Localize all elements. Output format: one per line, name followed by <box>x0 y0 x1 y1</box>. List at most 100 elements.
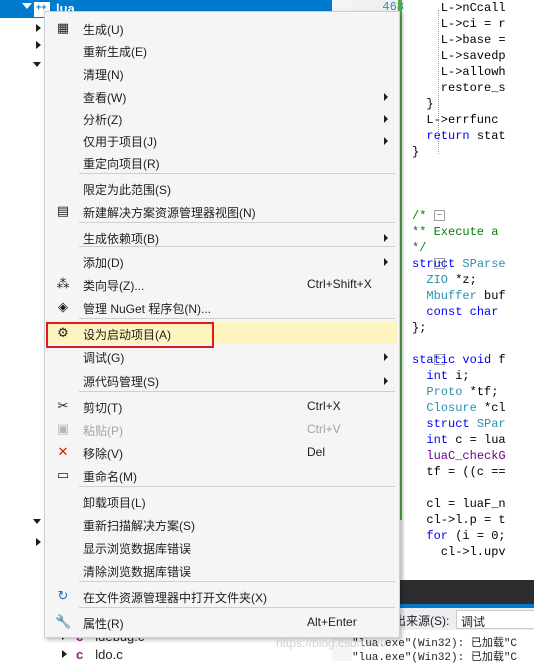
menu-item-15[interactable]: 调试(G) <box>47 345 397 367</box>
menu-item-24[interactable]: 清除浏览数据库错误 <box>47 559 397 581</box>
menu-separator <box>79 222 395 223</box>
code-line: const char <box>426 305 499 319</box>
menu-item-label: 粘贴(P) <box>83 424 123 438</box>
collapsed-arrow-icon[interactable] <box>36 41 41 49</box>
menu-item-13[interactable]: ◈ 管理 NuGet 程序包(N)... <box>47 296 397 318</box>
menu-item-8[interactable]: 限定为此范围(S) <box>47 177 397 199</box>
code-line: L->savedp <box>412 49 506 63</box>
menu-separator <box>79 391 395 392</box>
refresh-icon: ↻ <box>57 588 69 603</box>
menu-item-25[interactable]: ↻ 在文件资源管理器中打开文件夹(X) <box>47 585 397 607</box>
nuget-icon: ◈ <box>58 299 68 314</box>
remove-icon: ✕ <box>57 444 69 459</box>
menu-item-23[interactable]: 显示浏览数据库错误 <box>47 536 397 558</box>
menu-item-7[interactable]: 重定向项目(R) <box>47 151 397 173</box>
code-line: Closure *cl <box>426 401 506 415</box>
code-line: L->nCcall <box>412 1 506 15</box>
menu-item-5[interactable]: 分析(Z) <box>47 107 397 129</box>
fold-toggle-icon[interactable]: − <box>434 210 445 221</box>
submenu-arrow-icon <box>384 353 388 361</box>
code-line: ** Execute a <box>412 225 499 239</box>
menu-separator <box>79 607 395 608</box>
annotation-highlight-box <box>46 322 214 348</box>
code-line: Mbuffer buf <box>426 289 506 303</box>
submenu-arrow-icon <box>384 93 388 101</box>
code-line: luaC_checkG <box>426 449 506 463</box>
menu-item-label: 重定向项目(R) <box>83 157 160 171</box>
code-line: ZIO *z; <box>426 273 477 287</box>
menu-item-22[interactable]: 重新扫描解决方案(S) <box>47 513 397 535</box>
menu-separator <box>79 581 395 582</box>
submenu-arrow-icon <box>384 377 388 385</box>
menu-item-label: 生成依赖项(B) <box>83 232 159 246</box>
expand-arrow-icon[interactable] <box>22 3 32 9</box>
code-line: struct SParse <box>412 257 506 271</box>
menu-item-shortcut: Alt+Enter <box>307 615 357 629</box>
menu-item-label: 显示浏览数据库错误 <box>83 542 192 556</box>
menu-item-label: 重命名(M) <box>83 470 137 484</box>
menu-separator <box>79 486 395 487</box>
menu-item-18[interactable]: ▣ 粘贴(P) Ctrl+V <box>47 418 397 440</box>
menu-item-16[interactable]: 源代码管理(S) <box>47 369 397 391</box>
menu-item-9[interactable]: ▤ 新建解决方案资源管理器视图(N) <box>47 200 397 222</box>
code-line: struct SPar <box>426 417 506 431</box>
menu-item-label: 卸载项目(L) <box>83 496 146 510</box>
code-line: */ <box>412 241 427 255</box>
code-line: for (i = 0; <box>426 529 506 543</box>
menu-item-4[interactable]: 查看(W) <box>47 85 397 107</box>
menu-item-label: 查看(W) <box>83 91 127 105</box>
code-line: cl = luaF_n <box>412 497 506 511</box>
menu-item-label: 限定为此范围(S) <box>83 183 171 197</box>
menu-item-label: 类向导(Z)... <box>83 279 145 293</box>
menu-item-20[interactable]: ▭ 重命名(M) <box>47 464 397 486</box>
output-source-select[interactable]: 调试 <box>456 610 534 629</box>
code-line: Proto *tf; <box>426 385 499 399</box>
menu-item-label: 管理 NuGet 程序包(N)... <box>83 302 212 316</box>
menu-item-12[interactable]: ⁂ 类向导(Z)... Ctrl+Shift+X <box>47 273 397 295</box>
expanded-arrow-icon[interactable] <box>33 519 41 524</box>
menu-item-shortcut: Ctrl+V <box>307 422 341 436</box>
collapsed-arrow-icon[interactable] <box>62 650 67 658</box>
code-line: int c = lua <box>426 433 506 447</box>
menu-item-1[interactable]: ▦ 生成(U) <box>47 17 397 39</box>
menu-item-10[interactable]: 生成依赖项(B) <box>47 226 397 248</box>
c-file-icon: c <box>76 647 84 662</box>
menu-item-label: 调试(G) <box>83 351 125 365</box>
menu-item-label: 添加(D) <box>83 256 124 270</box>
menu-item-shortcut: Ctrl+X <box>307 399 341 413</box>
new-view-icon: ▤ <box>56 203 70 218</box>
menu-item-26[interactable]: 🔧 属性(R) Alt+Enter <box>47 611 397 633</box>
submenu-arrow-icon <box>384 115 388 123</box>
code-line: restore_s <box>412 81 506 95</box>
menu-item-shortcut: Ctrl+Shift+X <box>307 277 372 291</box>
class-wizard-icon: ⁂ <box>56 276 70 291</box>
submenu-arrow-icon <box>384 137 388 145</box>
expanded-arrow-icon[interactable] <box>33 62 41 67</box>
menu-item-label: 在文件资源管理器中打开文件夹(X) <box>83 591 267 605</box>
menu-item-21[interactable]: 卸载项目(L) <box>47 490 397 512</box>
menu-item-shortcut: Del <box>307 445 326 459</box>
menu-item-label: 重新生成(E) <box>83 45 147 59</box>
code-line: tf = ((c == <box>412 465 506 479</box>
code-line: } <box>412 97 434 111</box>
file-item[interactable]: c ldo.c <box>76 647 123 662</box>
watermark: https://blog.csdn.net/ <box>276 636 387 650</box>
menu-item-19[interactable]: ✕ 移除(V) Del <box>47 441 397 463</box>
menu-item-label: 清理(N) <box>83 68 124 82</box>
menu-item-2[interactable]: 重新生成(E) <box>47 39 397 61</box>
menu-item-11[interactable]: 添加(D) <box>47 250 397 272</box>
menu-item-label: 属性(R) <box>83 617 124 631</box>
menu-separator <box>79 318 395 319</box>
menu-separator <box>79 173 395 174</box>
menu-item-17[interactable]: ✂ 剪切(T) Ctrl+X <box>47 395 397 417</box>
menu-item-6[interactable]: 仅用于项目(J) <box>47 129 397 151</box>
code-line: L->ci = r <box>412 17 506 31</box>
code-line: L->errfunc <box>412 113 499 127</box>
paste-icon: ▣ <box>56 421 70 436</box>
menu-item-3[interactable]: 清理(N) <box>47 62 397 84</box>
code-line: cl->l.upv <box>412 545 506 559</box>
code-line: return stat <box>426 129 506 143</box>
menu-item-label: 仅用于项目(J) <box>83 135 157 149</box>
collapsed-arrow-icon[interactable] <box>36 24 41 32</box>
collapsed-arrow-icon[interactable] <box>36 538 41 546</box>
